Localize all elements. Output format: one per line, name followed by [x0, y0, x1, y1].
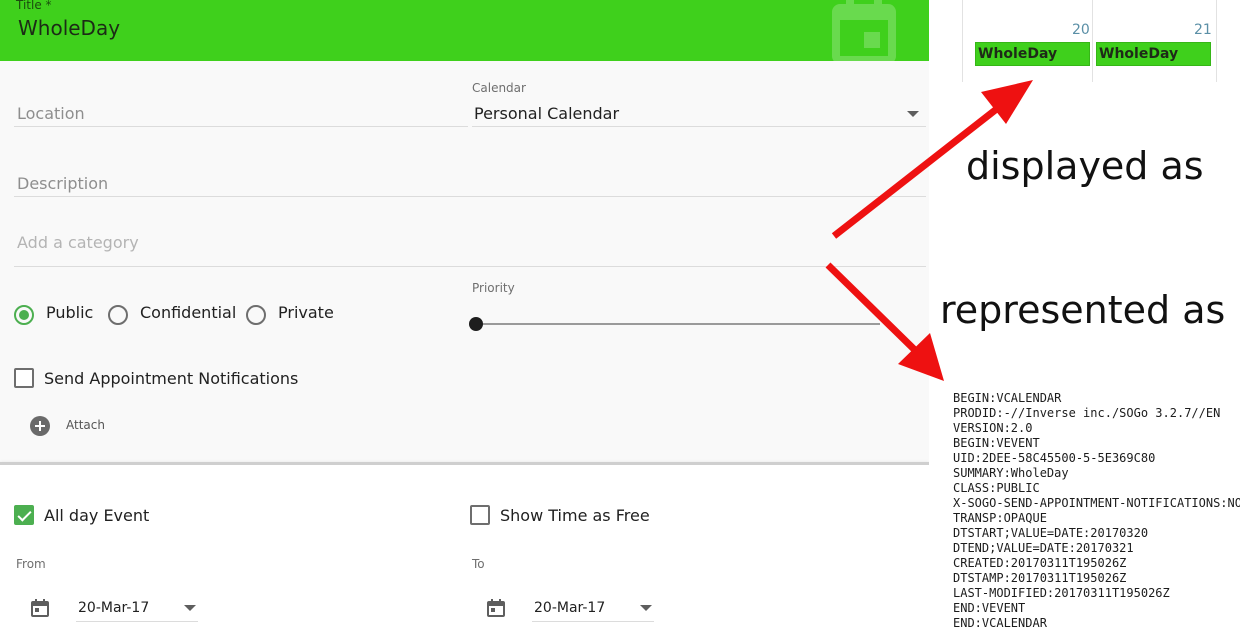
- title-header: Title * WholeDay: [0, 0, 929, 61]
- to-underline: [532, 621, 654, 622]
- from-calendar-icon[interactable]: [30, 598, 50, 618]
- ics-line: SUMMARY:WholeDay: [953, 466, 1069, 480]
- description-input[interactable]: Description: [17, 174, 108, 193]
- preview-day-number: 20: [1072, 22, 1090, 38]
- radio-private-label[interactable]: Private: [278, 303, 334, 322]
- priority-slider-thumb[interactable]: [469, 317, 483, 331]
- title-input[interactable]: WholeDay: [18, 16, 120, 40]
- from-date-input[interactable]: 20-Mar-17: [78, 600, 149, 616]
- to-label: To: [472, 557, 485, 571]
- description-underline: [14, 196, 926, 197]
- ics-line: LAST-MODIFIED:20170311T195026Z: [953, 586, 1170, 600]
- preview-event[interactable]: WholeDay: [975, 42, 1090, 66]
- caption-displayed: displayed as: [966, 144, 1204, 188]
- send-notifications-checkbox[interactable]: [14, 368, 34, 388]
- ics-line: END:VCALENDAR: [953, 616, 1047, 630]
- ics-line: PRODID:-//Inverse inc./SOGo 3.2.7//EN: [953, 406, 1221, 420]
- date-section: All day Event Show Time as Free From 20-…: [0, 465, 929, 637]
- attach-button[interactable]: Attach: [66, 418, 105, 432]
- ics-source-text: BEGIN:VCALENDAR PRODID:-//Inverse inc./SO…: [953, 391, 1240, 631]
- preview-event[interactable]: WholeDay: [1096, 42, 1211, 66]
- calendar-preview: 20 21 WholeDay WholeDay: [958, 0, 1220, 84]
- calendar-chevron-down-icon[interactable]: [907, 111, 919, 117]
- ics-line: X-SOGO-SEND-APPOINTMENT-NOTIFICATIONS:NO: [953, 496, 1240, 510]
- calendar-watermark-icon: [832, 0, 896, 61]
- to-date-input[interactable]: 20-Mar-17: [534, 600, 605, 616]
- caption-represented: represented as: [940, 288, 1226, 332]
- radio-confidential[interactable]: [108, 305, 128, 325]
- radio-confidential-label[interactable]: Confidential: [140, 303, 236, 322]
- preview-column-divider: [1216, 0, 1217, 82]
- radio-private[interactable]: [246, 305, 266, 325]
- ics-line: UID:2DEE-58C45500-5-5E369C80: [953, 451, 1156, 465]
- to-calendar-icon[interactable]: [486, 598, 506, 618]
- priority-slider-track[interactable]: [476, 323, 880, 325]
- from-chevron-down-icon[interactable]: [184, 605, 196, 611]
- radio-public-label[interactable]: Public: [46, 303, 93, 322]
- all-day-label[interactable]: All day Event: [44, 506, 149, 525]
- preview-column-divider: [1092, 0, 1093, 82]
- location-input[interactable]: Location: [17, 104, 85, 123]
- ics-line: DTSTART;VALUE=DATE:20170320: [953, 526, 1149, 540]
- show-free-label[interactable]: Show Time as Free: [500, 506, 650, 525]
- ics-line: BEGIN:VEVENT: [953, 436, 1040, 450]
- ics-line: TRANSP:OPAQUE: [953, 511, 1047, 525]
- from-label: From: [16, 557, 46, 571]
- calendar-underline: [472, 126, 926, 127]
- radio-public[interactable]: [14, 305, 34, 325]
- from-underline: [76, 621, 198, 622]
- ics-line: DTSTAMP:20170311T195026Z: [953, 571, 1127, 585]
- calendar-select[interactable]: Personal Calendar: [474, 104, 619, 123]
- location-underline: [14, 126, 468, 127]
- screenshot-stage: Title * WholeDay Location Calendar Perso…: [0, 0, 1240, 637]
- ics-line: DTEND;VALUE=DATE:20170321: [953, 541, 1134, 555]
- ics-line: BEGIN:VCALENDAR: [953, 391, 1062, 405]
- ics-line: VERSION:2.0: [953, 421, 1033, 435]
- preview-day-number: 21: [1194, 22, 1212, 38]
- category-input[interactable]: Add a category: [17, 233, 139, 252]
- send-notifications-label[interactable]: Send Appointment Notifications: [44, 369, 298, 388]
- preview-column-divider: [962, 0, 963, 82]
- plus-circle-icon[interactable]: [30, 416, 50, 436]
- priority-label: Priority: [472, 281, 515, 295]
- calendar-label: Calendar: [472, 81, 526, 95]
- ics-line: END:VEVENT: [953, 601, 1026, 615]
- ics-line: CREATED:20170311T195026Z: [953, 556, 1127, 570]
- event-editor: Title * WholeDay Location Calendar Perso…: [0, 0, 929, 637]
- category-underline: [14, 266, 926, 267]
- title-label: Title *: [16, 0, 52, 12]
- all-day-checkbox[interactable]: [14, 505, 34, 525]
- to-chevron-down-icon[interactable]: [640, 605, 652, 611]
- ics-line: CLASS:PUBLIC: [953, 481, 1040, 495]
- show-free-checkbox[interactable]: [470, 505, 490, 525]
